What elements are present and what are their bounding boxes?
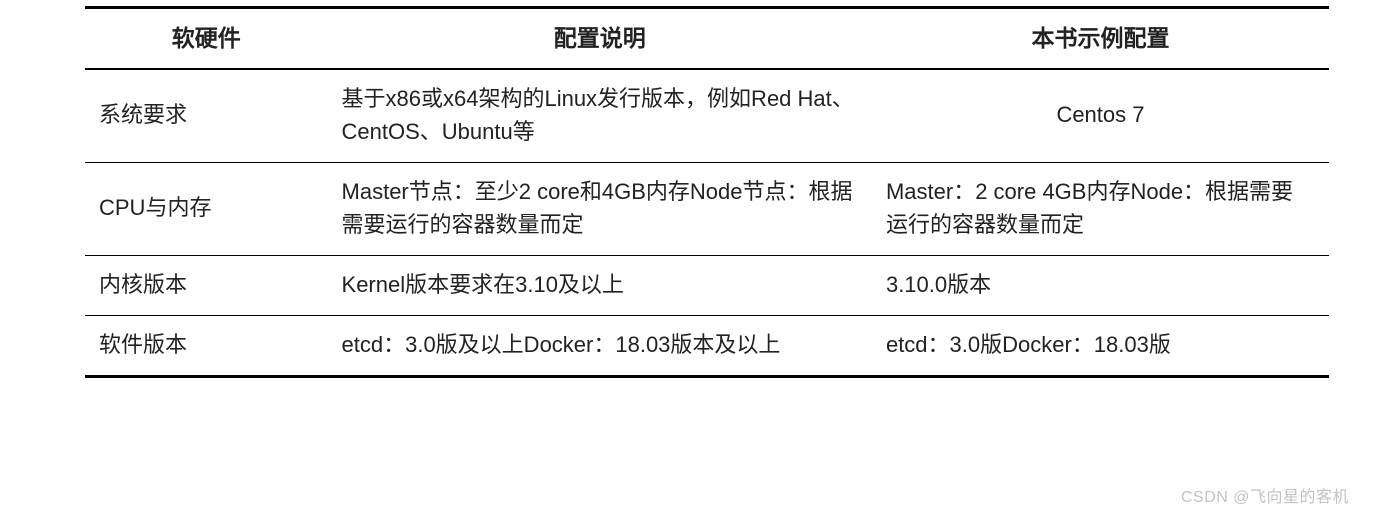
cell-config-desc: Master节点：至少2 core和4GB内存Node节点：根据需要运行的容器数… xyxy=(328,162,872,255)
table-row: 内核版本Kernel版本要求在3.10及以上3.10.0版本 xyxy=(85,255,1329,315)
header-hw-sw: 软硬件 xyxy=(85,8,328,69)
cell-hw-sw: 系统要求 xyxy=(85,69,328,163)
cell-example-config: Centos 7 xyxy=(872,69,1329,163)
table-header-row: 软硬件 配置说明 本书示例配置 xyxy=(85,8,1329,69)
cell-hw-sw: CPU与内存 xyxy=(85,162,328,255)
watermark: CSDN @飞向星的客机 xyxy=(1181,483,1349,507)
cell-example-config: Master：2 core 4GB内存Node：根据需要运行的容器数量而定 xyxy=(872,162,1329,255)
header-example-config: 本书示例配置 xyxy=(872,8,1329,69)
cell-hw-sw: 内核版本 xyxy=(85,255,328,315)
table-row: CPU与内存Master节点：至少2 core和4GB内存Node节点：根据需要… xyxy=(85,162,1329,255)
cell-example-config: 3.10.0版本 xyxy=(872,255,1329,315)
cell-example-config: etcd：3.0版Docker：18.03版 xyxy=(872,315,1329,376)
requirements-table: 软硬件 配置说明 本书示例配置 系统要求基于x86或x64架构的Linux发行版… xyxy=(85,6,1329,378)
cell-config-desc: 基于x86或x64架构的Linux发行版本，例如Red Hat、CentOS、U… xyxy=(328,69,872,163)
table-body: 系统要求基于x86或x64架构的Linux发行版本，例如Red Hat、Cent… xyxy=(85,69,1329,377)
cell-hw-sw: 软件版本 xyxy=(85,315,328,376)
table-row: 软件版本etcd：3.0版及以上Docker：18.03版本及以上etcd：3.… xyxy=(85,315,1329,376)
table-row: 系统要求基于x86或x64架构的Linux发行版本，例如Red Hat、Cent… xyxy=(85,69,1329,163)
cell-config-desc: etcd：3.0版及以上Docker：18.03版本及以上 xyxy=(328,315,872,376)
header-config-desc: 配置说明 xyxy=(328,8,872,69)
cell-config-desc: Kernel版本要求在3.10及以上 xyxy=(328,255,872,315)
